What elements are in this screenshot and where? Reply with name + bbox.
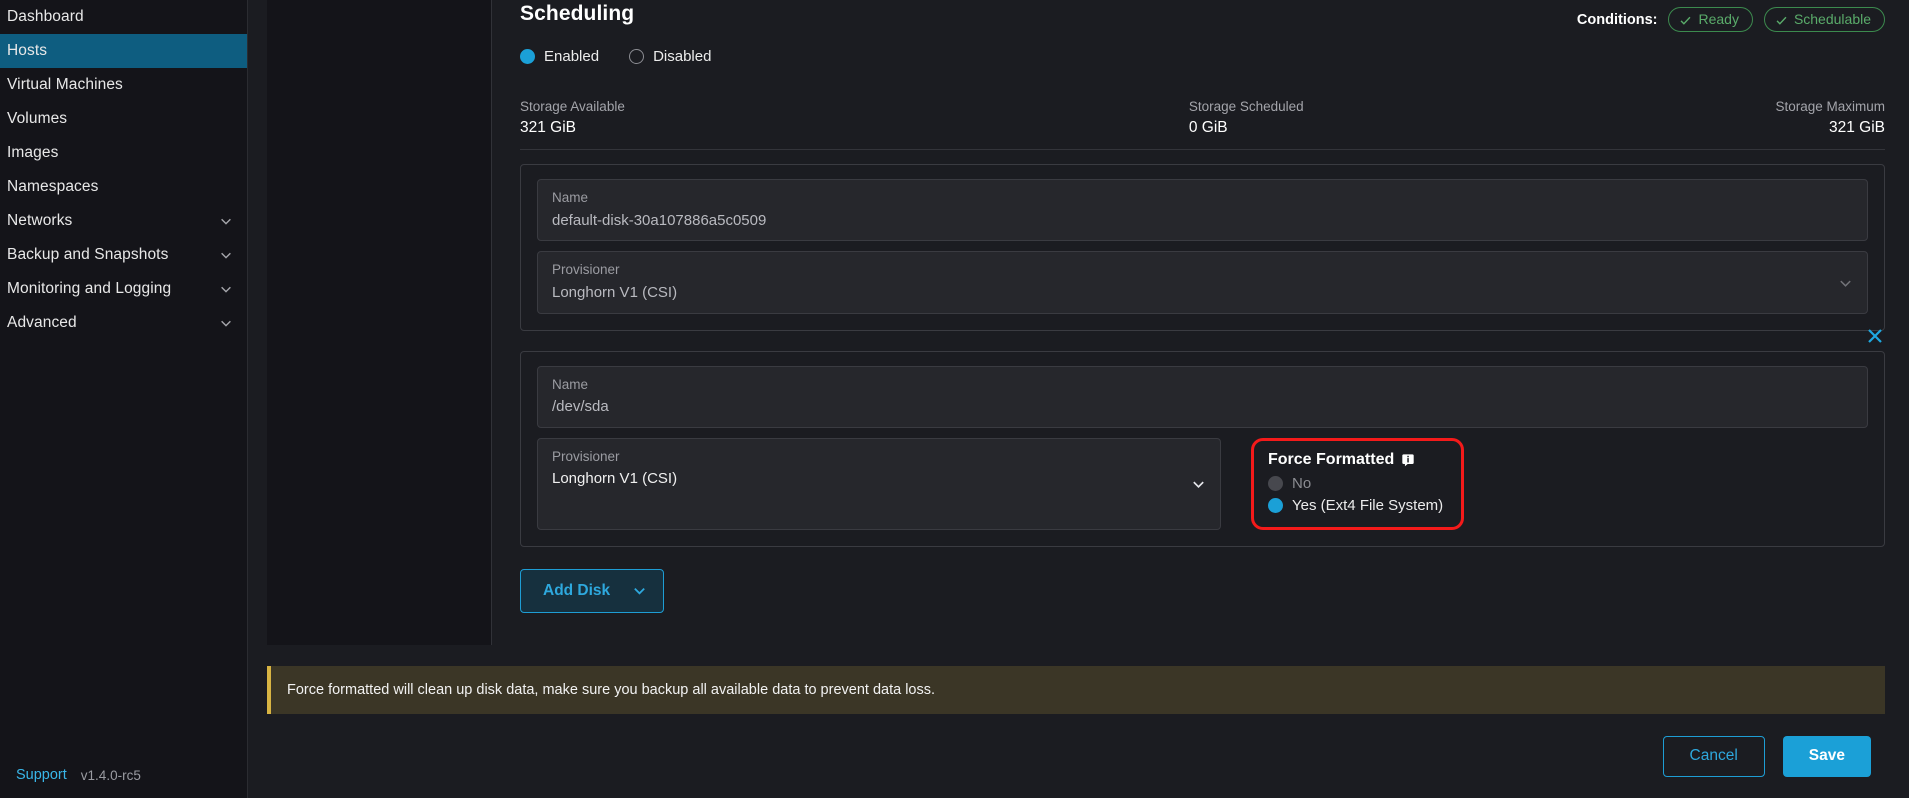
radio-label: Disabled [653, 48, 711, 65]
sidebar: Dashboard Hosts Virtual Machines Volumes… [0, 0, 248, 798]
storage-available: Storage Available 321 GiB [520, 99, 1189, 137]
disk-provisioner-value: Longhorn V1 (CSI) [552, 283, 1853, 303]
sidebar-item-backup-and-snapshots[interactable]: Backup and Snapshots [0, 238, 247, 272]
sidebar-item-label: Backup and Snapshots [7, 246, 219, 264]
storage-scheduled: Storage Scheduled 0 GiB [1189, 99, 1776, 137]
add-disk-label: Add Disk [543, 582, 610, 600]
sidebar-item-label: Volumes [7, 110, 233, 128]
disk-card-default: Name default-disk-30a107886a5c0509 Provi… [520, 164, 1885, 330]
force-formatted-label: Force Formatted [1268, 451, 1394, 469]
status-badge-label: Ready [1698, 10, 1738, 28]
tab-navigation-panel [267, 0, 491, 645]
sidebar-item-networks[interactable]: Networks [0, 204, 247, 238]
warning-wrapper: Force formatted will clean up disk data,… [248, 656, 1909, 714]
chevron-down-icon[interactable] [632, 583, 647, 598]
conditions-label: Conditions: [1577, 12, 1658, 28]
disk-provisioner-label: Provisioner [552, 261, 1853, 279]
sidebar-item-label: Networks [7, 212, 219, 230]
radio-label: Enabled [544, 48, 599, 65]
radio-dot-selected-icon [520, 49, 535, 64]
sidebar-item-label: Dashboard [7, 8, 233, 26]
disk-provisioner-value: Longhorn V1 (CSI) [552, 469, 1206, 489]
chevron-down-icon [219, 214, 233, 228]
scheduling-radio-group: Enabled Disabled [520, 48, 1885, 65]
sidebar-item-label: Images [7, 144, 233, 162]
sidebar-item-label: Namespaces [7, 178, 233, 196]
warning-text: Force formatted will clean up disk data,… [287, 682, 935, 698]
storage-summary: Storage Available 321 GiB Storage Schedu… [520, 99, 1885, 150]
radio-dot-icon [1268, 476, 1283, 491]
check-icon [1679, 13, 1692, 26]
storage-maximum-value: 321 GiB [1775, 118, 1885, 137]
sidebar-item-advanced[interactable]: Advanced [0, 306, 247, 340]
radio-dot-selected-icon [1268, 498, 1283, 513]
status-badge-schedulable[interactable]: Schedulable [1764, 7, 1885, 32]
disk-provisioner-label: Provisioner [552, 448, 1206, 466]
disk-name-label: Name [552, 189, 1853, 207]
close-icon[interactable] [1865, 326, 1885, 346]
chevron-down-icon [219, 248, 233, 262]
sidebar-footer: Support v1.4.0-rc5 [0, 752, 247, 798]
scheduling-form: Scheduling Conditions: Ready [492, 0, 1909, 656]
status-badge-ready[interactable]: Ready [1668, 7, 1752, 32]
sidebar-item-monitoring-and-logging[interactable]: Monitoring and Logging [0, 272, 247, 306]
disk-provisioner-select[interactable]: Provisioner Longhorn V1 (CSI) [537, 438, 1221, 530]
disk-options-row: Provisioner Longhorn V1 (CSI) Force Form… [537, 438, 1868, 530]
sidebar-item-images[interactable]: Images [0, 136, 247, 170]
radio-label: Yes (Ext4 File System) [1292, 497, 1443, 514]
sidebar-item-volumes[interactable]: Volumes [0, 102, 247, 136]
disk-name-value: default-disk-30a107886a5c0509 [552, 211, 1853, 231]
radio-force-formatted-no[interactable]: No [1268, 475, 1443, 492]
app-root: Dashboard Hosts Virtual Machines Volumes… [0, 0, 1909, 798]
storage-scheduled-value: 0 GiB [1189, 118, 1776, 137]
sidebar-item-label: Monitoring and Logging [7, 280, 219, 298]
radio-scheduling-disabled[interactable]: Disabled [629, 48, 711, 65]
warning-banner: Force formatted will clean up disk data,… [267, 666, 1885, 714]
force-formatted-group: Force Formatted [1251, 438, 1464, 530]
sidebar-item-dashboard[interactable]: Dashboard [0, 0, 247, 34]
info-icon[interactable] [1401, 453, 1415, 467]
sidebar-nav: Dashboard Hosts Virtual Machines Volumes… [0, 0, 247, 752]
storage-scheduled-label: Storage Scheduled [1189, 99, 1776, 116]
chevron-down-icon[interactable] [1191, 476, 1206, 491]
disk-name-field: Name default-disk-30a107886a5c0509 [537, 179, 1868, 241]
storage-maximum: Storage Maximum 321 GiB [1775, 99, 1885, 137]
storage-maximum-label: Storage Maximum [1775, 99, 1885, 116]
content-area: Scheduling Conditions: Ready [248, 0, 1909, 798]
chevron-down-icon [219, 282, 233, 296]
storage-available-label: Storage Available [520, 99, 1189, 116]
radio-label: No [1292, 475, 1311, 492]
section-header: Scheduling Conditions: Ready [520, 0, 1885, 32]
sidebar-item-virtual-machines[interactable]: Virtual Machines [0, 68, 247, 102]
sidebar-item-label: Hosts [7, 42, 233, 60]
sidebar-item-hosts[interactable]: Hosts [0, 34, 247, 68]
disk-name-value: /dev/sda [552, 397, 1853, 417]
status-badge-label: Schedulable [1794, 10, 1871, 28]
chevron-down-icon [219, 316, 233, 330]
support-link[interactable]: Support [16, 767, 67, 783]
sidebar-item-label: Advanced [7, 314, 219, 332]
page-title: Scheduling [520, 2, 634, 26]
check-icon [1775, 13, 1788, 26]
force-formatted-title: Force Formatted [1268, 451, 1443, 469]
disk-provisioner-select: Provisioner Longhorn V1 (CSI) [537, 251, 1868, 313]
sidebar-item-label: Virtual Machines [7, 76, 233, 94]
body-area: Scheduling Conditions: Ready [248, 0, 1909, 656]
version-label: v1.4.0-rc5 [81, 768, 141, 783]
disk-name-field: Name /dev/sda [537, 366, 1868, 428]
disk-name-label: Name [552, 376, 1853, 394]
sidebar-item-namespaces[interactable]: Namespaces [0, 170, 247, 204]
form-footer: Cancel Save [248, 714, 1909, 798]
save-button[interactable]: Save [1783, 736, 1871, 777]
storage-available-value: 321 GiB [520, 118, 1189, 137]
radio-force-formatted-yes[interactable]: Yes (Ext4 File System) [1268, 497, 1443, 514]
add-disk-button[interactable]: Add Disk [520, 569, 664, 613]
radio-scheduling-enabled[interactable]: Enabled [520, 48, 599, 65]
conditions-group: Conditions: Ready Schedulable [1577, 2, 1885, 32]
disk-card-sda: Name /dev/sda Provisioner Longhorn V1 (C… [520, 351, 1885, 547]
chevron-down-icon [1838, 275, 1853, 290]
radio-dot-icon [629, 49, 644, 64]
cancel-button[interactable]: Cancel [1663, 736, 1765, 777]
